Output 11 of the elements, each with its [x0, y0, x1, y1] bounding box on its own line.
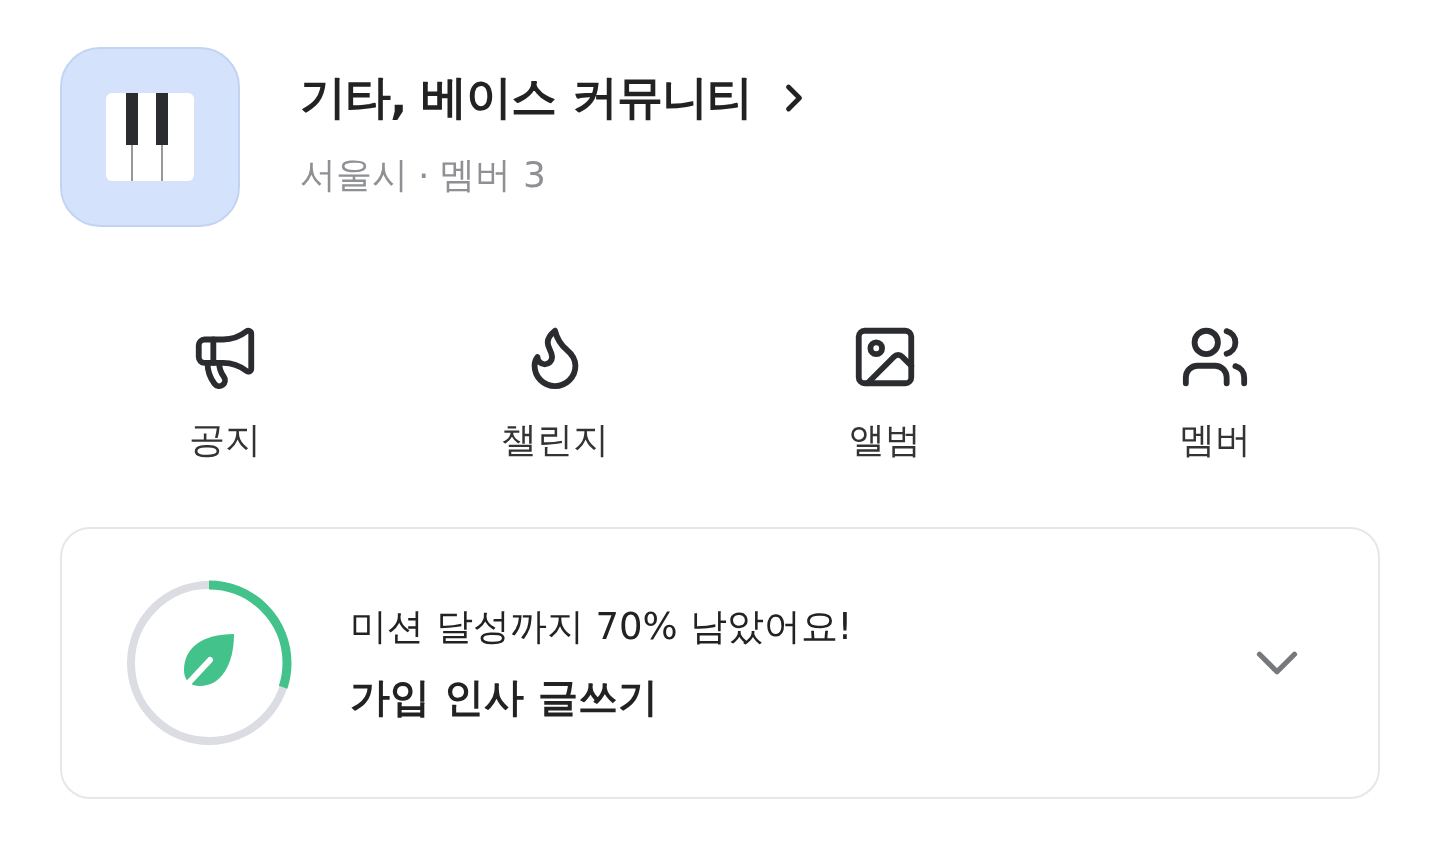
piano-keys-icon	[106, 93, 194, 181]
menu-item[interactable]: 공지	[60, 322, 390, 465]
menu-item[interactable]: 멤버	[1050, 322, 1380, 465]
location-text: 서울시	[300, 152, 408, 197]
separator-dot: ·	[418, 154, 430, 196]
mission-status: 미션 달성까지 70% 남았어요!	[350, 603, 854, 650]
mission-task: 가입 인사 글쓰기	[350, 672, 659, 722]
menu-item[interactable]: 챌린지	[390, 322, 720, 465]
member-count: 멤버 3	[439, 152, 546, 197]
community-title-link[interactable]: 기타, 베이스 커뮤니티	[300, 66, 816, 129]
menu-item[interactable]: 앨범	[720, 322, 1050, 465]
